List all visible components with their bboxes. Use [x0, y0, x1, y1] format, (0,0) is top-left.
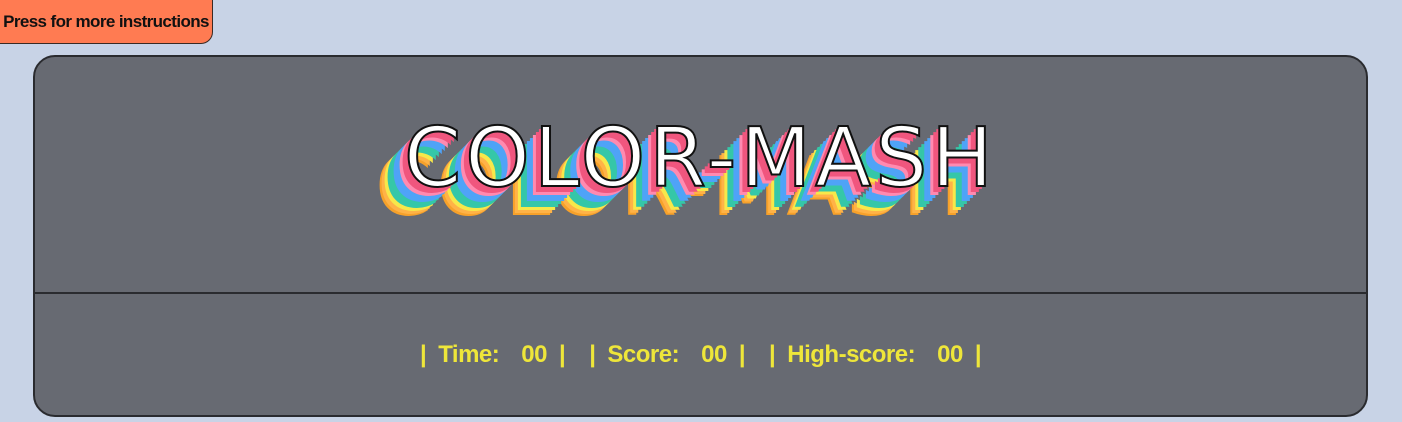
instructions-button[interactable]: Press for more instructions: [0, 0, 213, 44]
separator: |: [558, 340, 566, 368]
high-score-stat: | High-score: 00 |: [757, 341, 993, 369]
separator: |: [769, 340, 776, 368]
separator: |: [974, 340, 982, 368]
score-label: Score:: [607, 340, 680, 368]
high-score-value: 00: [937, 340, 963, 368]
time-stat: | Time: 00 |: [408, 341, 577, 369]
score-stat: | Score: 00 |: [577, 341, 757, 369]
time-value: 00: [521, 340, 547, 368]
game-title: COLOR-MASH: [403, 110, 997, 207]
separator: |: [419, 340, 427, 368]
status-bar: | Time: 00 | | Score: 00 | | High-score:…: [35, 294, 1366, 415]
game-panel: COLOR-MASH | Time: 00 | | Score: 00 | | …: [33, 55, 1368, 417]
separator: |: [589, 340, 596, 368]
time-label: Time:: [438, 340, 500, 368]
title-area: COLOR-MASH: [35, 57, 1366, 292]
score-value: 00: [701, 340, 727, 368]
high-score-label: High-score:: [787, 340, 916, 368]
separator: |: [738, 340, 746, 368]
